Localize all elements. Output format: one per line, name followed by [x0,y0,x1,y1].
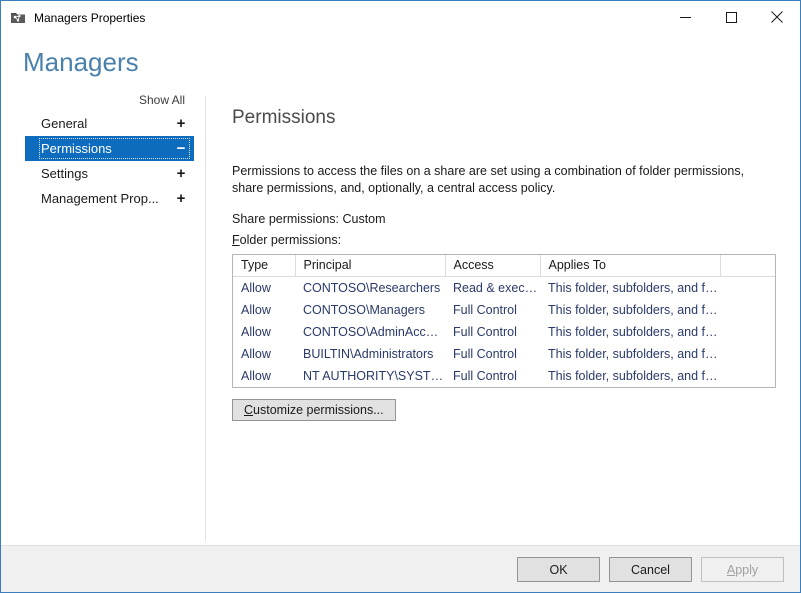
folder-permissions-label: Folder permissions: [232,233,782,247]
cell-blank [720,365,775,387]
cell-principal: CONTOSO\Researchers [303,280,441,295]
cell-applies-to: This folder, subfolders, and files [548,346,720,361]
sidebar-item-label: Permissions [41,141,112,156]
dialog-footer: OK Cancel Apply [1,545,800,592]
shared-folder-icon [10,10,26,26]
table-row[interactable]: Allow CONTOSO\Managers Full Control This… [233,299,775,321]
sidebar-nav: General + Permissions − Settings + Manag… [25,111,194,211]
page-title: Managers [23,47,139,77]
column-header-applies-to[interactable]: Applies To [540,254,721,277]
cell-applies-to: This folder, subfolders, and files [548,280,720,295]
main-panel: Permissions Permissions to access the fi… [232,107,782,421]
column-header-principal[interactable]: Principal [295,254,446,277]
cell-access: Full Control [453,302,517,317]
table-row[interactable]: Allow CONTOSO\AdminAccount Full Control … [233,321,775,343]
column-header-access[interactable]: Access [445,254,541,277]
expand-plus-icon: + [176,115,186,132]
cell-type: Allow [241,280,271,295]
permissions-table[interactable]: Type Principal Access Applies To Allow C… [232,253,776,388]
minimize-button[interactable] [662,1,708,33]
cell-type: Allow [241,368,271,383]
cancel-button[interactable]: Cancel [609,557,692,582]
table-row[interactable]: Allow BUILTIN\Administrators Full Contro… [233,343,775,365]
cell-type: Allow [241,346,271,361]
cell-blank [720,299,775,321]
cell-principal: CONTOSO\AdminAccount [303,324,445,339]
share-permissions-label: Share permissions: [232,211,339,226]
show-all-link[interactable]: Show All [139,93,185,107]
collapse-minus-icon: − [176,140,186,157]
sidebar-item-label: Settings [41,166,88,181]
sidebar-item-label: General [41,116,88,131]
table-header-row: Type Principal Access Applies To [233,254,775,277]
folder-permissions-label-text: older permissions: [239,232,342,247]
cell-applies-to: This folder, subfolders, and files [548,324,720,339]
apply-button-label: pply [735,562,759,577]
expand-plus-icon: + [176,190,186,207]
table-row[interactable]: Allow NT AUTHORITY\SYSTEM Full Control T… [233,365,775,387]
cell-access: Full Control [453,368,517,383]
sidebar-item-management-properties[interactable]: Management Prop... + [25,186,194,211]
cell-principal: BUILTIN\Administrators [303,346,434,361]
sidebar-divider [205,96,206,541]
cell-blank [720,321,775,343]
table-row[interactable]: Allow CONTOSO\Researchers Read & execu..… [233,276,775,299]
column-header-blank[interactable] [720,254,775,277]
title-bar: Managers Properties [1,1,800,34]
cell-type: Allow [241,302,271,317]
window-title: Managers Properties [34,10,146,25]
cell-applies-to: This folder, subfolders, and files [548,302,720,317]
accelerator-letter: A [726,562,736,577]
sidebar-item-general[interactable]: General + [25,111,194,136]
apply-button[interactable]: Apply [701,557,784,582]
cell-access: Read & execu... [453,280,540,295]
cell-access: Full Control [453,324,517,339]
properties-dialog-window: Managers Properties Managers Show All Ge… [0,0,801,593]
panel-description: Permissions to access the files on a sha… [232,163,745,195]
accelerator-letter: F [232,232,240,247]
sidebar-item-settings[interactable]: Settings + [25,161,194,186]
cell-access: Full Control [453,346,517,361]
expand-plus-icon: + [176,165,186,182]
cell-principal: CONTOSO\Managers [303,302,426,317]
ok-button[interactable]: OK [517,557,600,582]
sidebar-item-label: Management Prop... [41,191,159,206]
panel-title: Permissions [232,107,336,128]
sidebar-item-permissions[interactable]: Permissions − [25,136,194,161]
cell-principal: NT AUTHORITY\SYSTEM [303,368,445,383]
customize-permissions-button[interactable]: Customize permissions... [232,398,396,421]
share-permissions-value: Custom [342,211,386,226]
cell-applies-to: This folder, subfolders, and files [548,368,720,383]
cell-blank [720,343,775,365]
maximize-button[interactable] [708,1,754,33]
close-button[interactable] [754,1,800,33]
column-header-type[interactable]: Type [233,254,296,277]
share-permissions-row: Share permissions: Custom [232,212,782,226]
customize-permissions-button-label: ustomize permissions... [253,402,384,417]
cell-type: Allow [241,324,271,339]
accelerator-letter: C [244,402,254,417]
cell-blank [720,276,775,299]
